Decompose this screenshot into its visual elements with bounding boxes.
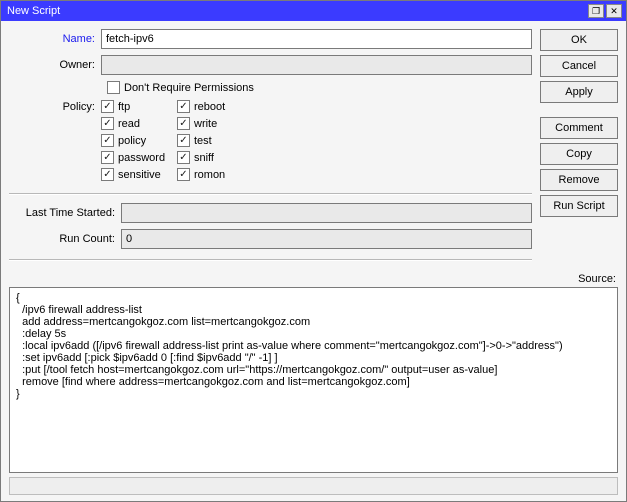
policy-sniff-checkbox[interactable] <box>177 151 190 164</box>
dont-require-permissions-label: Don't Require Permissions <box>124 82 254 94</box>
status-bar <box>9 477 618 495</box>
policy-sensitive-checkbox[interactable] <box>101 168 114 181</box>
source-textarea[interactable] <box>9 287 618 473</box>
separator <box>9 193 532 195</box>
run-count-input <box>121 229 532 249</box>
apply-button[interactable]: Apply <box>540 81 618 103</box>
owner-input <box>101 55 532 75</box>
close-icon[interactable]: ✕ <box>606 4 622 18</box>
window-title: New Script <box>5 5 588 17</box>
last-time-started-input <box>121 203 532 223</box>
run-count-label: Run Count: <box>9 233 121 245</box>
comment-button[interactable]: Comment <box>540 117 618 139</box>
policy-sniff-label: sniff <box>194 152 214 164</box>
policy-romon-label: romon <box>194 169 225 181</box>
policy-write-label: write <box>194 118 217 130</box>
policy-read-label: read <box>118 118 140 130</box>
policy-password-checkbox[interactable] <box>101 151 114 164</box>
new-script-window: New Script ❐ ✕ Name: Owner: Don't Requir… <box>0 0 627 502</box>
titlebar: New Script ❐ ✕ <box>1 1 626 21</box>
policy-write-checkbox[interactable] <box>177 117 190 130</box>
policy-romon-checkbox[interactable] <box>177 168 190 181</box>
button-column: OK Cancel Apply Comment Copy Remove Run … <box>540 29 618 269</box>
last-time-started-label: Last Time Started: <box>9 207 121 219</box>
policy-sensitive-label: sensitive <box>118 169 161 181</box>
copy-button[interactable]: Copy <box>540 143 618 165</box>
policy-policy-label: policy <box>118 135 146 147</box>
ok-button[interactable]: OK <box>540 29 618 51</box>
cancel-button[interactable]: Cancel <box>540 55 618 77</box>
policy-group: Policy: ftp reboot read write policy tes… <box>9 100 532 181</box>
policy-reboot-checkbox[interactable] <box>177 100 190 113</box>
dont-require-permissions-checkbox[interactable] <box>107 81 120 94</box>
policy-password-label: password <box>118 152 165 164</box>
name-label: Name: <box>9 33 101 45</box>
policy-ftp-label: ftp <box>118 101 130 113</box>
policy-policy-checkbox[interactable] <box>101 134 114 147</box>
separator-2 <box>9 259 532 261</box>
policy-test-checkbox[interactable] <box>177 134 190 147</box>
policy-read-checkbox[interactable] <box>101 117 114 130</box>
policy-label: Policy: <box>9 101 101 113</box>
remove-button[interactable]: Remove <box>540 169 618 191</box>
run-script-button[interactable]: Run Script <box>540 195 618 217</box>
name-input[interactable] <box>101 29 532 49</box>
policy-reboot-label: reboot <box>194 101 225 113</box>
policy-test-label: test <box>194 135 212 147</box>
source-label: Source: <box>578 273 616 285</box>
restore-icon[interactable]: ❐ <box>588 4 604 18</box>
owner-label: Owner: <box>9 59 101 71</box>
policy-ftp-checkbox[interactable] <box>101 100 114 113</box>
